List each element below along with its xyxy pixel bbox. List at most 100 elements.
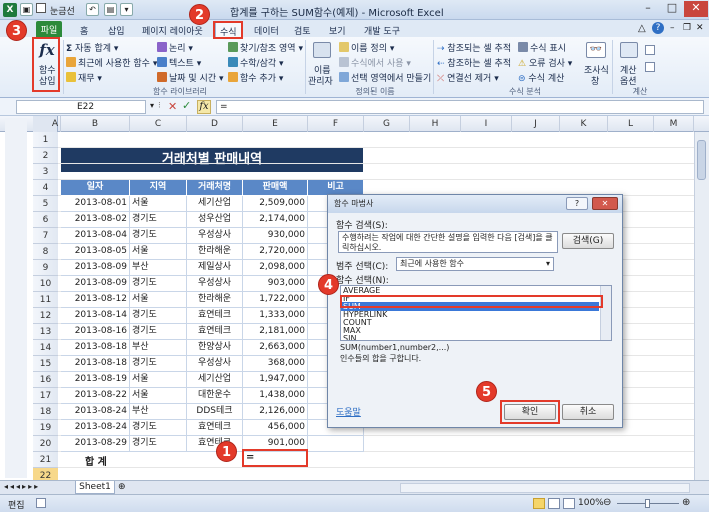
table-cell[interactable]: 2013-08-29	[61, 436, 130, 452]
datetime-button[interactable]: 날짜 및 시간 ▾	[157, 71, 224, 84]
calc-now-icon[interactable]	[645, 45, 655, 55]
row-header[interactable]: 2	[33, 148, 58, 164]
table-cell[interactable]: 경기도	[130, 420, 187, 436]
table-cell[interactable]: 2013-08-09	[61, 276, 130, 292]
table-cell[interactable]: 2013-08-19	[61, 372, 130, 388]
table-cell[interactable]: 효연테크	[187, 420, 243, 436]
table-cell[interactable]: 903,000	[243, 276, 308, 292]
table-cell[interactable]: 2013-08-24	[61, 420, 130, 436]
row-header[interactable]: 21	[33, 452, 58, 468]
table-cell[interactable]: 2,509,000	[243, 196, 308, 212]
table-cell[interactable]: 부산	[130, 340, 187, 356]
table-cell[interactable]: 2,720,000	[243, 244, 308, 260]
row-header[interactable]: 7	[33, 228, 58, 244]
dialog-help-button[interactable]: ?	[566, 197, 588, 210]
dialog-close-button[interactable]: ✕	[592, 197, 618, 210]
zoom-out-icon[interactable]: ⊖	[603, 497, 611, 508]
text-button[interactable]: 텍스트 ▾	[157, 56, 201, 69]
row-header[interactable]: 13	[33, 324, 58, 340]
table-cell[interactable]: 2013-08-12	[61, 292, 130, 308]
sheet-nav-arrows-icon[interactable]: ◂◂◂▸▸▸	[4, 482, 40, 491]
tab-review[interactable]: 검토	[290, 22, 315, 37]
table-cell[interactable]: 경기도	[130, 356, 187, 372]
name-box-dropdown-icon[interactable]: ▾	[150, 101, 154, 110]
total-label[interactable]: 합 계	[85, 453, 107, 468]
row-header[interactable]: 6	[33, 212, 58, 228]
table-header-cell[interactable]: 거래처명	[187, 180, 243, 196]
table-cell[interactable]: 경기도	[130, 276, 187, 292]
help-link[interactable]: 도움말	[336, 405, 361, 418]
save-icon[interactable]: ▣	[20, 3, 33, 16]
table-cell[interactable]: 경기도	[130, 228, 187, 244]
function-list-item[interactable]: SIN	[341, 334, 599, 340]
customize-qat-icon[interactable]: ▾	[120, 3, 133, 16]
name-manager-icon[interactable]	[313, 42, 331, 58]
column-header-d[interactable]: D	[187, 116, 243, 132]
define-name-button[interactable]: 이름 정의 ▾	[339, 41, 394, 54]
table-cell[interactable]: 한라해운	[187, 292, 243, 308]
table-header-cell[interactable]: 판매액	[243, 180, 308, 196]
category-dropdown-icon[interactable]: ▾	[543, 258, 553, 270]
row-header[interactable]: 3	[33, 164, 58, 180]
column-header-e[interactable]: E	[243, 116, 308, 132]
collapse-ribbon-icon[interactable]: △	[638, 23, 646, 34]
table-cell[interactable]: 한라해운	[187, 244, 243, 260]
table-cell[interactable]: 우성상사	[187, 276, 243, 292]
excel-app-icon[interactable]: X	[3, 3, 17, 17]
column-header-l[interactable]: L	[608, 116, 654, 132]
search-button[interactable]: 검색(G)	[562, 233, 614, 249]
table-cell[interactable]: 1,947,000	[243, 372, 308, 388]
zoom-level[interactable]: 100%	[578, 498, 604, 508]
table-cell[interactable]: 2013-08-04	[61, 228, 130, 244]
table-cell[interactable]: 2013-08-18	[61, 340, 130, 356]
enter-icon[interactable]: ✓	[182, 99, 191, 112]
table-cell[interactable]: 효연테크	[187, 324, 243, 340]
table-cell[interactable]: 세기산업	[187, 372, 243, 388]
financial-button[interactable]: 재무 ▾	[66, 71, 102, 84]
gridlines-checkbox[interactable]	[36, 3, 46, 13]
table-header-cell[interactable]: 일자	[61, 180, 130, 196]
row-header[interactable]: 20	[33, 436, 58, 452]
column-header-j[interactable]: J	[512, 116, 560, 132]
minimize-button[interactable]: –	[636, 1, 660, 17]
macro-record-icon[interactable]	[36, 498, 46, 508]
autosum-button[interactable]: Σ 자동 합계 ▾	[66, 41, 118, 54]
trace-dependents-button[interactable]: ⇠ 참조하는 셀 추적	[437, 56, 511, 69]
column-header-g[interactable]: G	[364, 116, 410, 132]
formula-input[interactable]: =	[216, 100, 704, 114]
column-header-b[interactable]: B	[61, 116, 130, 132]
search-function-input[interactable]: 수행하려는 작업에 대한 간단한 설명을 입력한 다음 [검색]을 클릭하십시오…	[338, 231, 558, 253]
row-header[interactable]: 19	[33, 420, 58, 436]
create-from-selection-button[interactable]: 선택 영역에서 만들기	[339, 71, 431, 84]
remove-arrows-button[interactable]: ⤫ 연결선 제거 ▾	[437, 71, 499, 84]
sheet-tab-sheet1[interactable]: Sheet1	[75, 481, 115, 494]
table-cell[interactable]: 경기도	[130, 324, 187, 340]
table-cell[interactable]: 성우산업	[187, 212, 243, 228]
row-header[interactable]: 15	[33, 356, 58, 372]
window-min-icon[interactable]: –	[670, 23, 675, 33]
watch-window-label-2[interactable]: 창	[591, 74, 599, 87]
table-cell[interactable]: 2013-08-14	[61, 308, 130, 324]
calc-sheet-icon[interactable]	[645, 62, 655, 72]
table-cell[interactable]: 1,438,000	[243, 388, 308, 404]
name-box[interactable]: E22	[16, 100, 146, 114]
use-in-formula-button[interactable]: 수식에서 사용 ▾	[339, 56, 411, 69]
row-header[interactable]: 17	[33, 388, 58, 404]
calculator-icon[interactable]	[620, 42, 638, 58]
function-list[interactable]: AVERAGE IF SUM HYPERLINK COUNT MAX SIN	[340, 285, 612, 341]
row-header[interactable]: 16	[33, 372, 58, 388]
column-header-h[interactable]: H	[410, 116, 461, 132]
row-header[interactable]: 8	[33, 244, 58, 260]
table-cell[interactable]: DDS테크	[187, 404, 243, 420]
table-cell[interactable]: 2013-08-24	[61, 404, 130, 420]
table-cell[interactable]: 서울	[130, 244, 187, 260]
vertical-scroll-thumb[interactable]	[697, 140, 706, 180]
normal-view-icon[interactable]	[533, 498, 545, 509]
error-checking-button[interactable]: ⚠ 오류 검사 ▾	[518, 56, 572, 69]
evaluate-formula-button[interactable]: ⊜ 수식 계산	[518, 71, 564, 84]
tab-view[interactable]: 보기	[325, 22, 350, 37]
page-layout-view-icon[interactable]	[548, 498, 560, 509]
insert-sheet-icon[interactable]: ⊕	[118, 482, 126, 492]
table-cell[interactable]: 경기도	[130, 308, 187, 324]
table-cell[interactable]: 경기도	[130, 436, 187, 452]
